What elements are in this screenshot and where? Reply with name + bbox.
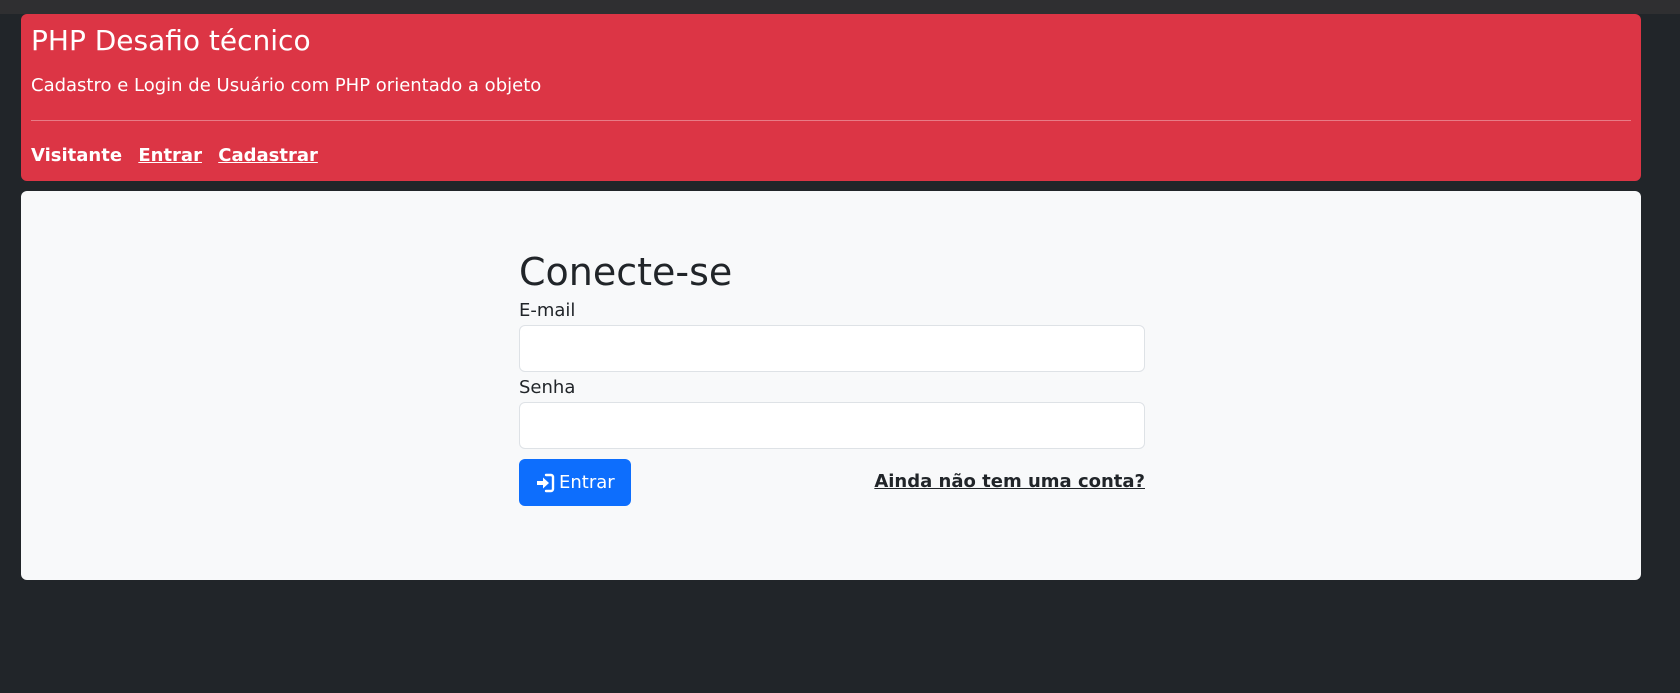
email-label: E-mail [519,300,576,321]
header-divider [31,120,1631,121]
header-nav: Visitante Entrar Cadastrar [31,144,328,168]
password-field[interactable] [519,402,1145,449]
sign-in-icon [535,473,555,493]
window-top-strip [0,0,1680,14]
login-form: Conecte-se E-mail Senha Entrar Ainda não… [519,249,1145,506]
login-submit-button[interactable]: Entrar [519,459,631,506]
site-title: PHP Desafio técnico [31,24,311,57]
site-header: PHP Desafio técnico Cadastro e Login de … [21,14,1641,181]
form-actions: Entrar Ainda não tem uma conta? [519,459,1145,506]
site-subtitle: Cadastro e Login de Usuário com PHP orie… [31,75,542,96]
email-field[interactable] [519,325,1145,372]
login-submit-label: Entrar [559,472,615,493]
visitor-label: Visitante [31,145,123,166]
login-card: Conecte-se E-mail Senha Entrar Ainda não… [21,191,1641,580]
nav-register-link[interactable]: Cadastrar [218,145,318,166]
register-prompt-link[interactable]: Ainda não tem uma conta? [874,471,1145,492]
nav-login-link[interactable]: Entrar [138,145,202,166]
password-label: Senha [519,377,576,398]
login-title: Conecte-se [519,250,733,294]
